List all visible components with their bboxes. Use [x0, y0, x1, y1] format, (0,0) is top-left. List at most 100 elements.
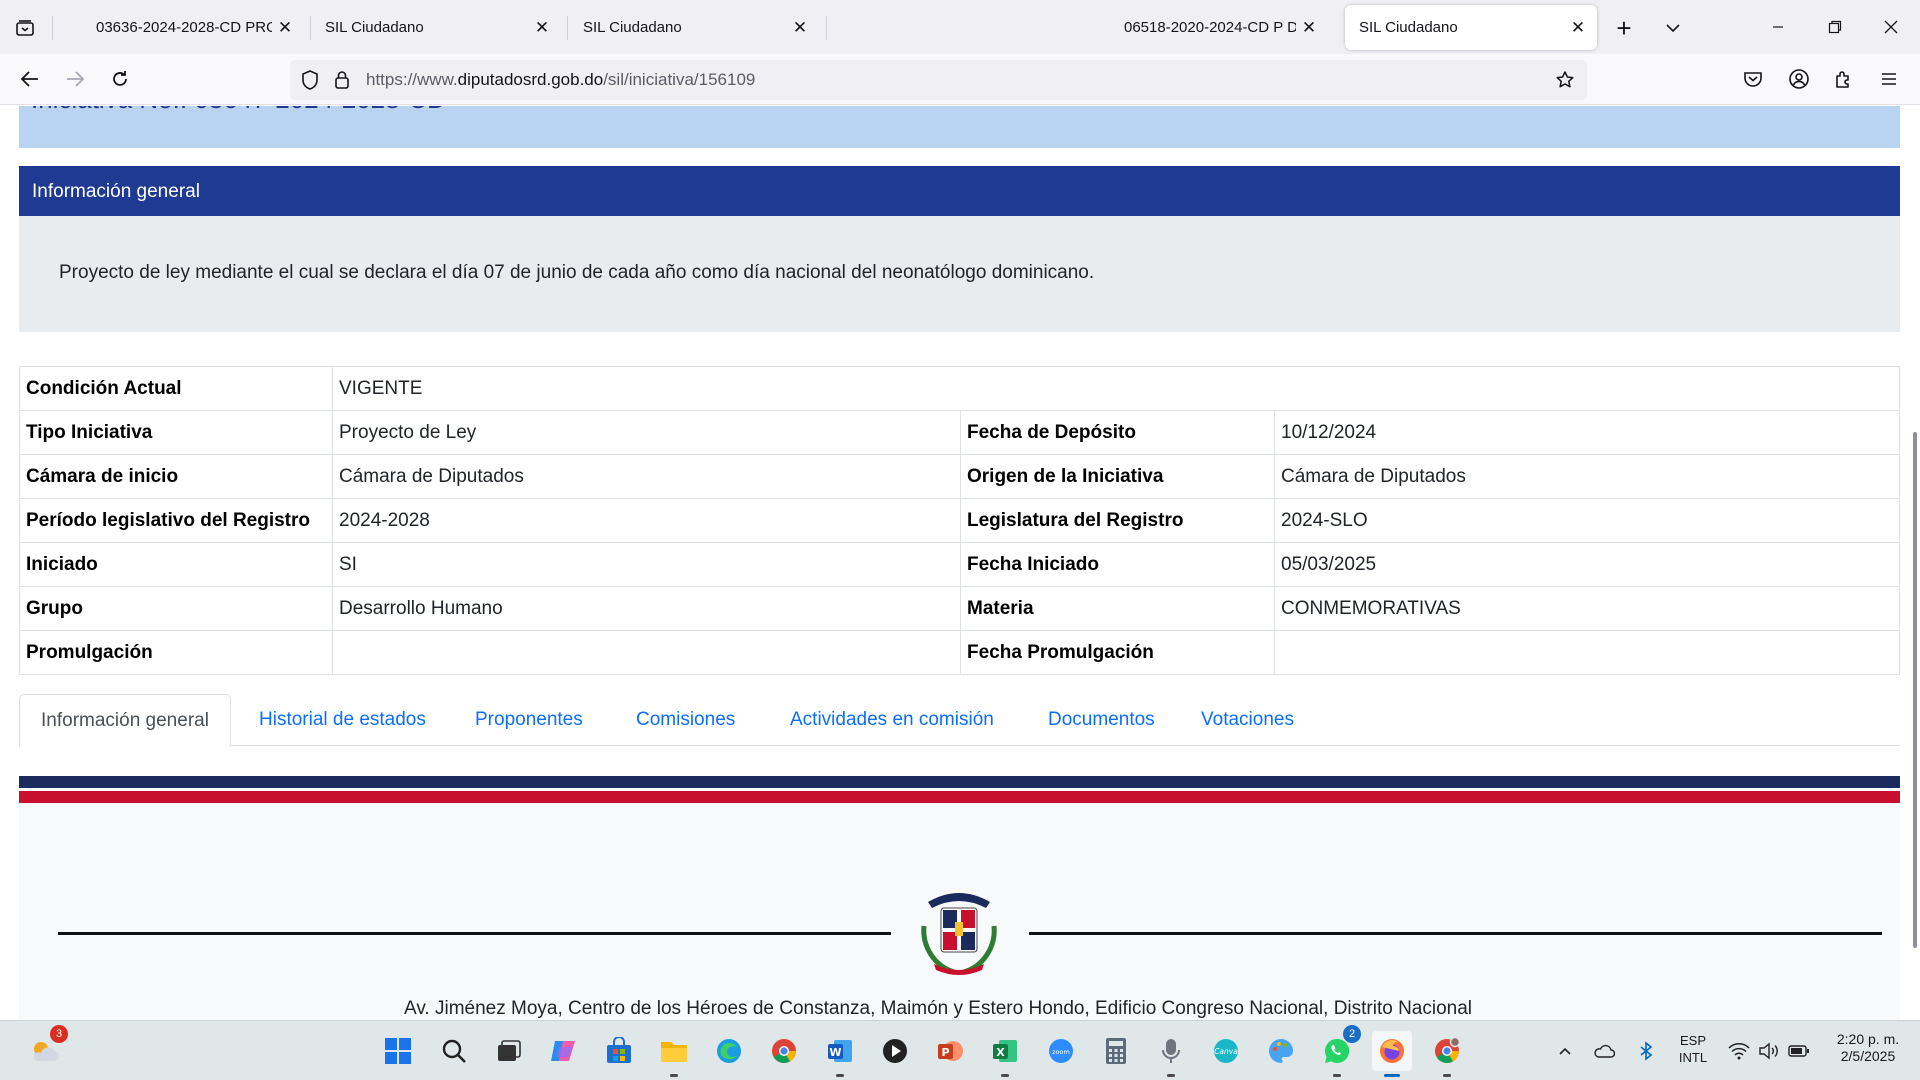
firefox-icon[interactable] — [1372, 1031, 1412, 1077]
address-bar[interactable]: https://www.diputadosrd.gob.do/sil/inici… — [290, 60, 1587, 100]
copilot-icon[interactable] — [544, 1031, 584, 1071]
initiative-description: Proyecto de ley mediante el cual se decl… — [19, 216, 1900, 332]
chevron-down-icon[interactable] — [1658, 13, 1688, 43]
running-indicator — [1384, 1074, 1400, 1077]
browser-tab[interactable]: 06518-2020-2024-CD P DEPORT ✕ — [1110, 5, 1328, 50]
whatsapp-icon[interactable]: 2 — [1317, 1025, 1361, 1077]
detail-value: Cámara de Diputados — [332, 454, 961, 499]
coat-of-arms-icon — [914, 886, 1004, 978]
detail-value: 2024-SLO — [1274, 498, 1900, 543]
close-tab-icon[interactable]: ✕ — [272, 15, 298, 41]
detail-label: Condición Actual — [19, 366, 333, 411]
clock-time: 2:20 p. m. — [1836, 1031, 1900, 1047]
paint-icon[interactable] — [1261, 1031, 1301, 1071]
close-tab-icon[interactable]: ✕ — [529, 15, 555, 41]
browser-nav-bar: https://www.diputadosrd.gob.do/sil/inici… — [0, 54, 1920, 105]
svg-text:X: X — [996, 1046, 1005, 1059]
tracking-protection-icon[interactable] — [299, 69, 321, 91]
detail-label: Tipo Iniciativa — [19, 410, 333, 455]
detail-value — [1274, 630, 1900, 675]
table-row: Cámara de inicio Cámara de Diputados Ori… — [19, 454, 1900, 499]
reload-icon[interactable] — [104, 63, 136, 95]
url-text[interactable]: https://www.diputadosrd.gob.do/sil/inici… — [366, 70, 755, 90]
edge-icon[interactable] — [709, 1031, 749, 1071]
file-explorer-icon[interactable] — [654, 1031, 694, 1077]
restore-icon[interactable] — [1812, 8, 1858, 46]
footer-divider-left — [58, 932, 891, 935]
canva-icon[interactable]: Canva — [1206, 1031, 1246, 1071]
tab-votaciones[interactable]: Votaciones — [1180, 694, 1315, 746]
onedrive-icon[interactable] — [1593, 1041, 1615, 1061]
browser-tab[interactable]: SIL Ciudadano ✕ — [569, 5, 819, 50]
tab-list-icon[interactable] — [10, 13, 40, 43]
tab-proponentes[interactable]: Proponentes — [454, 694, 604, 746]
scrollbar-thumb[interactable] — [1913, 432, 1917, 948]
input-language[interactable]: ESP INTL — [1673, 1032, 1713, 1066]
initiative-header: Iniciativa No.: 03647-2024-2028-CD — [19, 106, 1900, 148]
svg-text:zoom: zoom — [1052, 1048, 1070, 1056]
pocket-icon[interactable] — [1737, 63, 1769, 95]
tab-actividades-en-comision[interactable]: Actividades en comisión — [769, 694, 1015, 746]
lock-icon[interactable] — [331, 69, 353, 91]
detail-label: Período legislativo del Registro — [19, 498, 333, 543]
browser-tab[interactable]: SIL Ciudadano ✕ — [311, 5, 561, 50]
close-tab-icon[interactable]: ✕ — [1296, 15, 1322, 41]
battery-icon[interactable] — [1788, 1041, 1810, 1061]
page-viewport[interactable]: Iniciativa No.: 03647-2024-2028-CD Infor… — [0, 106, 1920, 1020]
chrome-profile-icon[interactable] — [1427, 1031, 1467, 1077]
initiative-title: Iniciativa No.: 03647-2024-2028-CD — [31, 106, 446, 115]
task-view-icon[interactable] — [489, 1031, 529, 1071]
tab-documentos[interactable]: Documentos — [1027, 694, 1176, 746]
chrome-icon[interactable] — [764, 1031, 804, 1071]
extensions-icon[interactable] — [1828, 63, 1860, 95]
detail-value: 10/12/2024 — [1274, 410, 1900, 455]
volume-icon[interactable] — [1758, 1041, 1780, 1061]
word-icon[interactable]: W — [820, 1031, 860, 1077]
footer-divider-right — [1029, 932, 1882, 935]
browser-tab-active[interactable]: SIL Ciudadano ✕ — [1345, 5, 1597, 50]
clock[interactable]: 2:20 p. m. 2/5/2025 — [1822, 1031, 1914, 1065]
tab-title: SIL Ciudadano — [325, 19, 424, 36]
forward-icon[interactable] — [59, 63, 91, 95]
close-tab-icon[interactable]: ✕ — [787, 15, 813, 41]
running-indicator — [1001, 1074, 1009, 1077]
media-player-icon[interactable] — [875, 1031, 915, 1071]
start-icon[interactable] — [378, 1031, 418, 1071]
detail-label: Fecha de Depósito — [960, 410, 1275, 455]
running-indicator — [670, 1074, 678, 1077]
detail-value: 05/03/2025 — [1274, 542, 1900, 587]
initiative-tabs: Información general Historial de estados… — [19, 694, 1900, 747]
close-tab-icon[interactable]: ✕ — [1565, 15, 1591, 41]
detail-label: Fecha Iniciado — [960, 542, 1275, 587]
voice-recorder-icon[interactable] — [1151, 1031, 1191, 1077]
account-icon[interactable] — [1783, 63, 1815, 95]
detail-label: Promulgación — [19, 630, 333, 675]
microsoft-store-icon[interactable] — [599, 1031, 639, 1071]
tab-separator — [826, 16, 827, 40]
tab-comisiones[interactable]: Comisiones — [615, 694, 756, 746]
excel-icon[interactable]: X — [985, 1031, 1025, 1077]
calculator-icon[interactable] — [1096, 1031, 1136, 1071]
show-hidden-icons-chevron-icon[interactable] — [1554, 1041, 1576, 1061]
close-window-icon[interactable] — [1868, 8, 1914, 46]
tab-historial-de-estados[interactable]: Historial de estados — [238, 694, 447, 746]
table-row: Grupo Desarrollo Humano Materia CONMEMOR… — [19, 586, 1900, 631]
page-scrollbar[interactable] — [1906, 106, 1920, 1020]
table-row: Tipo Iniciativa Proyecto de Ley Fecha de… — [19, 410, 1900, 455]
weather-icon[interactable]: 3 — [24, 1025, 68, 1071]
zoom-icon[interactable]: zoom — [1041, 1031, 1081, 1071]
new-tab-button[interactable]: + — [1609, 13, 1639, 43]
tab-informacion-general[interactable]: Información general — [19, 694, 231, 747]
bluetooth-icon[interactable] — [1635, 1041, 1657, 1061]
bookmark-star-icon[interactable] — [1554, 69, 1576, 91]
browser-tab[interactable]: 03636-2024-2028-CD PROYECTO ✕ — [82, 5, 304, 50]
search-icon[interactable] — [434, 1031, 474, 1071]
wifi-icon[interactable] — [1728, 1041, 1750, 1061]
detail-value: 2024-2028 — [332, 498, 961, 543]
minimize-icon[interactable] — [1755, 8, 1801, 46]
powerpoint-icon[interactable]: P — [930, 1031, 970, 1071]
back-icon[interactable] — [14, 63, 46, 95]
browser-tab-bar: 03636-2024-2028-CD PROYECTO ✕ SIL Ciudad… — [0, 0, 1920, 54]
initiative-details-table: Condición Actual VIGENTE Tipo Iniciativa… — [19, 366, 1900, 675]
menu-icon[interactable] — [1873, 63, 1905, 95]
